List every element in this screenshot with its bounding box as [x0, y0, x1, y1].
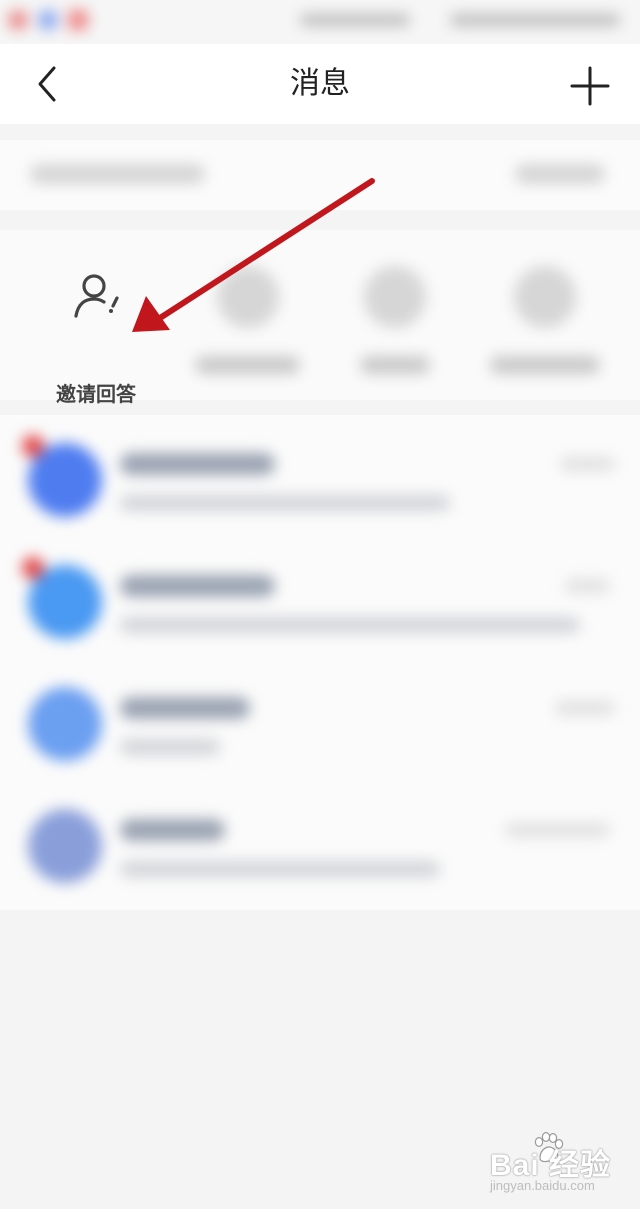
page-title: 消息 [290, 66, 350, 101]
list-item[interactable] [0, 415, 640, 535]
baidu-watermark: Bai 经验 jingyan.baidu.com [490, 1131, 630, 1198]
blurred-text [120, 575, 275, 597]
unread-badge [22, 435, 44, 457]
blurred-text [120, 697, 250, 719]
status-icon [38, 10, 58, 30]
blurred-text [505, 823, 610, 837]
blurred-banner [0, 140, 640, 210]
person-invite-icon [74, 274, 119, 318]
blurred-text [120, 819, 225, 841]
blurred-text [120, 617, 580, 633]
nav-bar: 消息 [0, 44, 640, 124]
quick-action-item[interactable] [360, 266, 430, 374]
message-list [0, 415, 640, 910]
blurred-text [565, 579, 610, 593]
blurred-text [560, 457, 615, 471]
watermark-url: jingyan.baidu.com [490, 1178, 595, 1193]
add-button[interactable] [566, 62, 614, 110]
blurred-text [120, 495, 450, 511]
list-item[interactable] [0, 659, 640, 779]
quick-actions-row: 邀请回答 [0, 230, 640, 406]
status-icon [8, 10, 28, 30]
blurred-text [120, 861, 440, 877]
blurred-text [30, 164, 205, 184]
quick-action-item[interactable] [490, 266, 600, 374]
list-item[interactable] [0, 537, 640, 657]
blurred-text [120, 739, 220, 755]
status-bar [0, 0, 640, 44]
status-bar-placeholder [300, 14, 410, 26]
status-icon [68, 10, 88, 30]
plus-icon [570, 66, 610, 106]
status-bar-placeholder [450, 14, 620, 26]
blurred-text [515, 164, 605, 184]
invite-answer-label: 邀请回答 [56, 382, 136, 406]
avatar [28, 687, 102, 761]
unread-badge [22, 557, 44, 579]
invite-answer-button[interactable]: 邀请回答 [40, 260, 152, 406]
quick-action-item[interactable] [195, 266, 300, 374]
blurred-text [555, 701, 615, 715]
list-item[interactable] [0, 781, 640, 901]
avatar [28, 809, 102, 883]
blurred-text [120, 453, 275, 475]
